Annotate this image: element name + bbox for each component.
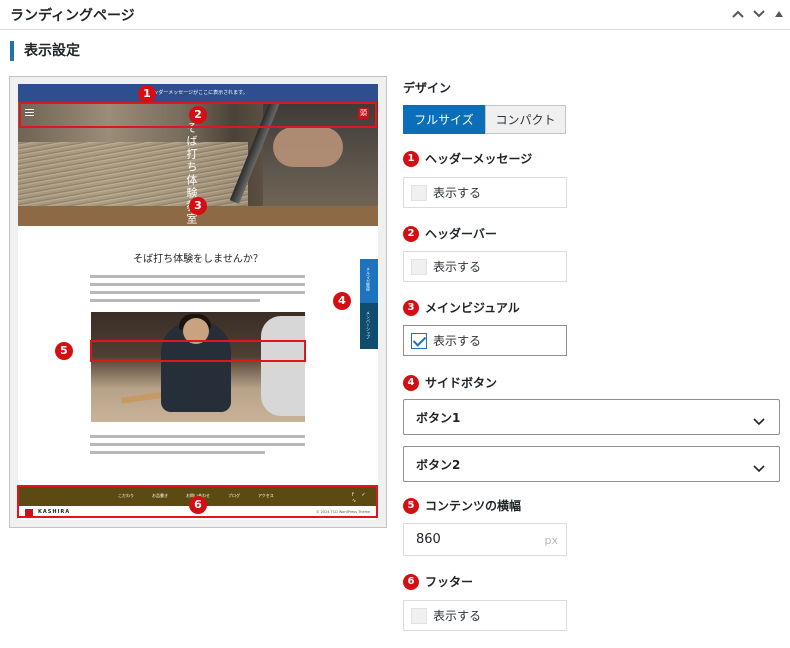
number-badge: 6: [403, 573, 419, 590]
design-option-fullsize[interactable]: フルサイズ: [403, 105, 485, 134]
preview-content-photo: [91, 312, 305, 422]
preview-text-line: [90, 283, 305, 286]
main-visual-checkbox[interactable]: 表示する: [403, 325, 567, 356]
header-bar-label: 2 ヘッダーバー: [403, 225, 497, 242]
content-width-input[interactable]: 860 px: [403, 523, 567, 556]
header-message-label: 1 ヘッダーメッセージ: [403, 150, 532, 167]
preview-text-line: [90, 451, 265, 454]
number-badge: 4: [403, 374, 419, 391]
checkbox-icon[interactable]: [411, 184, 427, 201]
footer-label: 6 フッター: [403, 573, 473, 590]
header-message-checkbox[interactable]: 表示する: [403, 177, 567, 208]
marker-1: 1: [138, 85, 156, 103]
layout-preview: ヘッダーメッセージがここに表示されます。 頭 そば打ち体験教室 そば打ち体験をし…: [18, 84, 378, 520]
preview-text-line: [90, 435, 305, 438]
preview-side-buttons: メルマガ登録 メンバーシップ: [360, 259, 378, 349]
marker-3: 3: [189, 197, 207, 215]
footer-checkbox[interactable]: 表示する: [403, 600, 567, 631]
side-button-1-select[interactable]: ボタン1: [403, 399, 780, 435]
header-bar-checkbox[interactable]: 表示する: [403, 251, 567, 282]
number-badge: 3: [403, 299, 419, 316]
preview-text-line: [90, 443, 305, 446]
preview-side-button-1: メルマガ登録: [366, 267, 371, 291]
preview-text-line: [90, 299, 260, 302]
chevron-down-icon: [753, 411, 765, 430]
preview-text-line: [90, 291, 305, 294]
marker-4: 4: [333, 292, 351, 310]
chevron-down-icon: [753, 458, 765, 477]
checkbox-icon[interactable]: [411, 607, 427, 624]
side-button-label: 4 サイドボタン: [403, 374, 497, 391]
side-button-2-select[interactable]: ボタン2: [403, 446, 780, 482]
preview-heading: そば打ち体験をしませんか？: [133, 254, 263, 265]
design-toggle: フルサイズ コンパクト: [403, 105, 566, 134]
panel-title: ランディングページ: [10, 8, 135, 24]
number-badge: 5: [403, 497, 419, 514]
preview-side-button-2: メンバーシップ: [366, 311, 371, 339]
number-badge: 2: [403, 225, 419, 242]
marker-5: 5: [55, 342, 73, 360]
panel-header: ランディングページ: [0, 0, 790, 30]
chevron-up-icon[interactable]: [728, 4, 748, 24]
marker-6: 6: [189, 496, 207, 514]
design-label: デザイン: [403, 81, 452, 95]
preview-header-message: ヘッダーメッセージがここに表示されます。: [18, 84, 378, 102]
section-title: 表示設定: [10, 41, 80, 61]
triangle-up-icon[interactable]: [769, 4, 789, 24]
main-visual-label: 3 メインビジュアル: [403, 299, 520, 316]
checkbox-icon[interactable]: [411, 258, 427, 275]
preview-text-line: [90, 275, 305, 278]
highlight-content-width: [90, 340, 306, 362]
chevron-down-icon[interactable]: [749, 4, 769, 24]
marker-2: 2: [189, 106, 207, 124]
checkmark-icon[interactable]: [411, 332, 427, 349]
content-width-label: 5 コンテンツの横幅: [403, 497, 521, 514]
design-option-compact[interactable]: コンパクト: [485, 105, 566, 134]
number-badge: 1: [403, 150, 419, 167]
